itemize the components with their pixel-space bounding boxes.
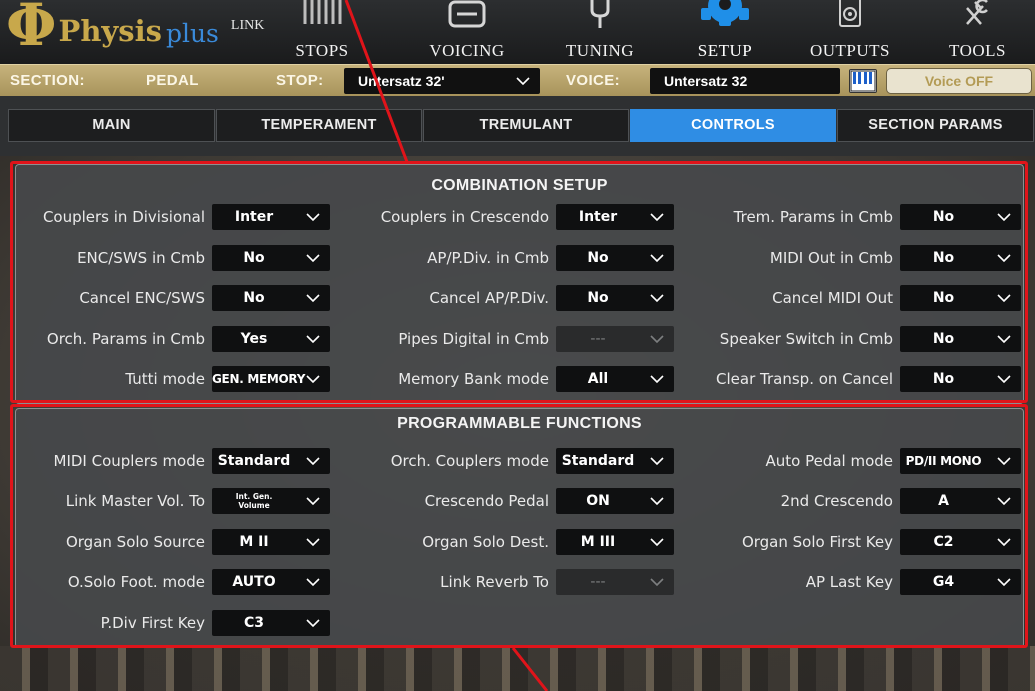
- annotation-arrows: [344, 0, 549, 691]
- pointer-arrow-top: [344, 0, 409, 163]
- pointer-arrow-bottom: [511, 647, 549, 691]
